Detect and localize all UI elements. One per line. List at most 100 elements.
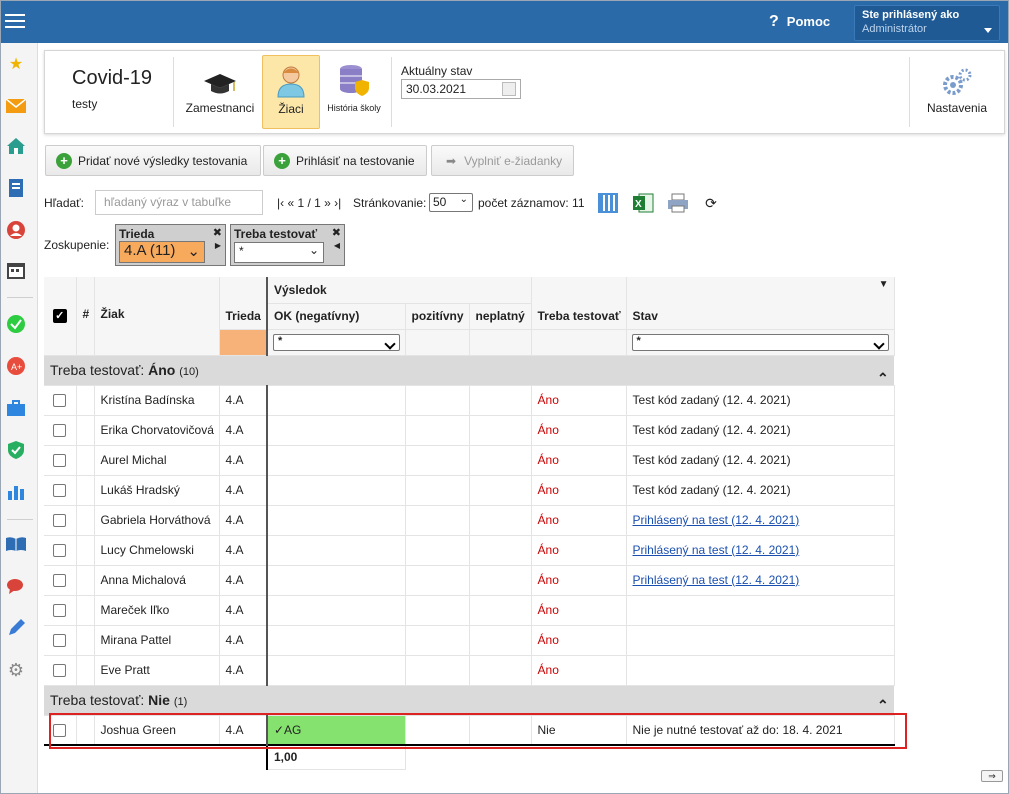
group-row-no[interactable]: Treba testovať: Nie (1) [44,685,895,716]
collapse-icon[interactable]: ⌃ [877,697,889,714]
col-need-test[interactable]: Treba testovať [531,277,627,330]
status-link[interactable]: Prihlásený na test (12. 4. 2021) [633,543,800,557]
positive-cell[interactable] [405,475,470,506]
row-checkbox[interactable] [53,723,67,737]
ok-result-cell[interactable] [266,535,406,566]
book-icon[interactable] [5,177,27,199]
person-icon[interactable] [5,219,27,241]
open-book-icon[interactable] [5,533,27,555]
pen-icon[interactable] [5,617,27,639]
row-checkbox[interactable] [53,664,67,678]
invalid-cell[interactable] [469,535,532,566]
class-filter-cell[interactable] [219,329,268,356]
select-all-checkbox[interactable]: ✓ [44,277,77,356]
group-need-select[interactable]: * ⌄ [234,242,324,263]
ok-result-cell[interactable] [266,625,406,656]
gear-icon[interactable]: ⚙ [5,659,27,681]
ok-result-cell[interactable] [266,595,406,626]
row-checkbox[interactable] [53,634,67,648]
history-button[interactable]: História školy [324,55,384,129]
status-filter-select[interactable]: * [631,333,889,351]
invalid-cell[interactable] [469,385,532,416]
positive-cell[interactable] [405,505,470,536]
positive-cell[interactable] [405,625,470,656]
invalid-cell[interactable] [469,625,532,656]
sort-icon[interactable]: ▼ [879,279,889,290]
ok-result-cell[interactable] [266,505,406,536]
close-icon[interactable]: ✖ [332,226,341,239]
chat-icon[interactable] [5,575,27,597]
table-row[interactable]: Erika Chorvatovičová 4.A Áno Test kód zadan… [44,415,895,446]
ok-result-cell[interactable] [266,475,406,506]
ok-result-cell[interactable]: ✓AG [266,715,406,746]
col-invalid[interactable]: neplatný [469,303,532,330]
collapse-icon[interactable]: ⌃ [877,370,889,387]
star-icon[interactable]: ★ [5,53,27,75]
positive-cell[interactable] [405,415,470,446]
invalid-cell[interactable] [469,505,532,536]
arrow-right-icon[interactable]: ⇒ [981,770,1003,782]
invalid-cell[interactable] [469,445,532,476]
table-row[interactable]: Aurel Michal 4.A Áno Test kód zadaný (12. 4… [44,445,895,476]
table-row[interactable]: Mirana Pattel 4.A Áno [44,625,895,656]
table-row[interactable]: Lucy Chmelowski 4.A Áno Prihlásený na test … [44,535,895,566]
calendar-icon[interactable] [5,259,27,281]
row-checkbox[interactable] [53,574,67,588]
ok-result-cell[interactable] [266,565,406,596]
search-input[interactable]: hľadaný výraz v tabuľke [95,190,263,215]
row-checkbox[interactable] [53,544,67,558]
col-ok[interactable]: OK (negatívny) [266,303,406,330]
ok-filter-select[interactable]: * [273,333,400,351]
ok-result-cell[interactable] [266,415,406,446]
col-student[interactable]: Žiak [94,277,220,356]
positive-cell[interactable] [405,385,470,416]
row-checkbox[interactable] [53,514,67,528]
briefcase-icon[interactable] [5,397,27,419]
check-shield-icon[interactable] [5,313,27,335]
status-link[interactable]: Prihlásený na test (12. 4. 2021) [633,573,800,587]
row-checkbox[interactable] [53,484,67,498]
fill-requests-button[interactable]: ➡ Vyplniť e-žiadanky [431,145,574,176]
settings-button[interactable]: Nastavenia [917,55,997,129]
invalid-cell[interactable] [469,475,532,506]
positive-cell[interactable] [405,655,470,686]
chart-icon[interactable] [5,481,27,503]
invalid-cell[interactable] [469,655,532,686]
invalid-cell[interactable] [469,415,532,446]
table-row[interactable]: Mareček Iľko 4.A Áno [44,595,895,626]
table-row[interactable]: Anna Michalová 4.A Áno Prihlásený na test (… [44,565,895,596]
paging-select[interactable]: 50 ⌄ [429,193,473,212]
group-class-select[interactable]: 4.A (11) ⌄ [119,241,205,263]
refresh-icon[interactable]: ⟳ [700,192,722,214]
col-status[interactable]: Stav ▼ [626,277,895,330]
table-row[interactable]: Eve Pratt 4.A Áno [44,655,895,686]
state-date-input[interactable]: 30.03.2021 [401,79,521,99]
arrow-right-icon[interactable]: ▶ [215,241,221,250]
group-chip-class[interactable]: Trieda ✖ ▶ 4.A (11) ⌄ [115,224,226,266]
shield-icon[interactable] [5,439,27,461]
columns-icon[interactable] [597,192,619,214]
ok-result-cell[interactable] [266,655,406,686]
row-checkbox[interactable] [53,604,67,618]
table-row[interactable]: Lukáš Hradský 4.A Áno Test kód zadaný (12. … [44,475,895,506]
pager[interactable]: |‹ « 1 / 1 » ›| [277,196,341,210]
menu-icon[interactable] [5,10,25,32]
excel-icon[interactable]: X [632,192,654,214]
employees-button[interactable]: Zamestnanci [183,55,257,129]
table-row[interactable]: Kristína Badínska 4.A Áno Test kód zadaný (… [44,385,895,416]
close-icon[interactable]: ✖ [213,226,222,239]
students-button[interactable]: Žiaci [262,55,320,129]
user-menu[interactable]: Ste prihlásený ako Administrátor [854,5,1000,41]
col-positive[interactable]: pozitívny [405,303,470,330]
positive-cell[interactable] [405,445,470,476]
ok-result-cell[interactable] [266,445,406,476]
arrow-left-icon[interactable]: ◀ [334,241,340,250]
group-row-yes[interactable]: Treba testovať: Áno (10) [44,355,895,386]
calendar-icon[interactable] [502,82,516,96]
grade-icon[interactable]: A+ [5,355,27,377]
mail-icon[interactable] [5,95,27,117]
invalid-cell[interactable] [469,565,532,596]
row-checkbox[interactable] [53,424,67,438]
invalid-cell[interactable] [469,595,532,626]
row-checkbox[interactable] [53,454,67,468]
